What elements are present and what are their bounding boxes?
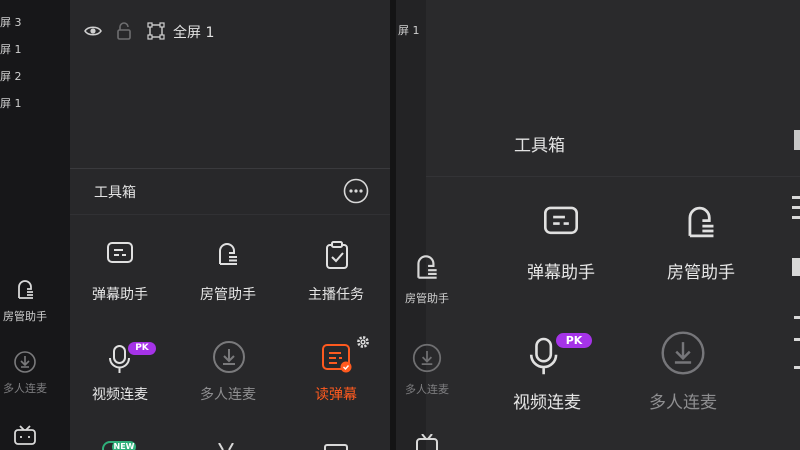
read-danmaku-icon <box>322 344 352 373</box>
tool-partial-new[interactable]: NEW <box>102 441 136 450</box>
screen-icon[interactable] <box>324 444 348 450</box>
tool-label: 多人连麦 <box>649 393 717 413</box>
tool-read-danmaku[interactable]: 读弹幕 <box>286 336 386 410</box>
tv-icon[interactable] <box>414 434 440 450</box>
room-admin-icon <box>219 243 237 265</box>
screen-item[interactable]: 屏 2 <box>0 71 22 83</box>
danmaku-assistant-icon <box>544 206 578 235</box>
eye-icon[interactable] <box>84 22 102 40</box>
cropped-tool <box>794 316 800 376</box>
tool-label: 房管助手 <box>200 287 256 303</box>
pk-badge: PK <box>556 333 592 348</box>
screen-item[interactable]: 屏 1 <box>0 44 22 56</box>
danmaku-assistant-icon <box>107 242 133 263</box>
cropped-tool <box>792 196 800 276</box>
divider <box>70 214 390 215</box>
sidebar-item-label: 房管助手 <box>3 310 47 323</box>
tv-icon <box>14 425 36 445</box>
tool-room-admin[interactable]: 房管助手 <box>178 238 278 308</box>
screen-item[interactable]: 屏 3 <box>0 17 22 29</box>
tool-video-mic[interactable]: PK 视频连麦 <box>70 340 170 410</box>
tool-label: 读弹幕 <box>315 387 357 403</box>
tool-label: 主播任务 <box>308 287 364 303</box>
tool-danmaku-assistant[interactable]: 弹幕助手 <box>496 200 626 290</box>
zoomed-panel: 屏 1 工具箱 房管助手 多人连麦 弹幕助手 房管助手 PK 视频连麦 多人连麦 <box>396 0 800 450</box>
multi-mic-download-icon <box>14 351 36 373</box>
close-x-icon[interactable] <box>215 443 237 450</box>
sidebar-item-label: 房管助手 <box>405 292 449 305</box>
cropped-text <box>794 130 800 150</box>
scene-panel: 全屏 1 工具箱 弹幕助手 房管助手 主播任务 PK 视频连麦 多人连麦 读弹幕… <box>70 0 390 450</box>
divider <box>70 168 390 169</box>
tool-danmaku-assistant[interactable]: 弹幕助手 <box>70 238 170 308</box>
tool-label: 视频连麦 <box>513 393 581 413</box>
gear-icon[interactable] <box>356 335 370 349</box>
divider <box>426 176 800 177</box>
new-badge: NEW <box>112 441 136 450</box>
microphone-icon <box>529 337 558 375</box>
multi-mic-download-icon <box>412 343 442 373</box>
tool-label: 弹幕助手 <box>92 287 148 303</box>
room-admin-icon <box>417 255 437 279</box>
sidebar-item-label: 多人连麦 <box>405 383 449 396</box>
fullscreen-frame-icon <box>147 22 165 40</box>
toolbox-title: 工具箱 <box>514 136 565 156</box>
lock-icon[interactable] <box>115 22 133 40</box>
sidebar-item-label: 多人连麦 <box>3 382 47 395</box>
scene-name[interactable]: 全屏 1 <box>173 22 214 42</box>
screen-list-strip: 屏 3 屏 1 屏 2 屏 1 房管助手 多人连麦 <box>0 0 70 450</box>
multi-mic-download-icon <box>213 341 245 373</box>
tool-video-mic[interactable]: PK 视频连麦 <box>482 330 612 420</box>
tool-multi-mic[interactable]: 多人连麦 <box>618 330 748 420</box>
tool-label: 房管助手 <box>667 263 735 283</box>
screen-item[interactable]: 屏 1 <box>0 98 22 110</box>
tool-label: 视频连麦 <box>92 387 148 403</box>
room-admin-icon <box>18 280 33 299</box>
tool-label: 弹幕助手 <box>527 263 595 283</box>
tool-streamer-task[interactable]: 主播任务 <box>286 238 386 308</box>
screen-item[interactable]: 屏 1 <box>398 25 420 37</box>
toolbox-title: 工具箱 <box>94 185 136 201</box>
sidebar-item-tv[interactable] <box>13 424 37 450</box>
pk-badge: PK <box>128 342 156 355</box>
multi-mic-download-icon <box>661 331 705 375</box>
room-admin-icon <box>688 206 714 238</box>
more-horizontal-icon[interactable] <box>343 178 369 204</box>
task-clipboard-icon <box>326 241 348 269</box>
tool-room-admin[interactable]: 房管助手 <box>636 200 766 290</box>
tool-multi-mic[interactable]: 多人连麦 <box>178 340 278 410</box>
tool-label: 多人连麦 <box>200 387 256 403</box>
